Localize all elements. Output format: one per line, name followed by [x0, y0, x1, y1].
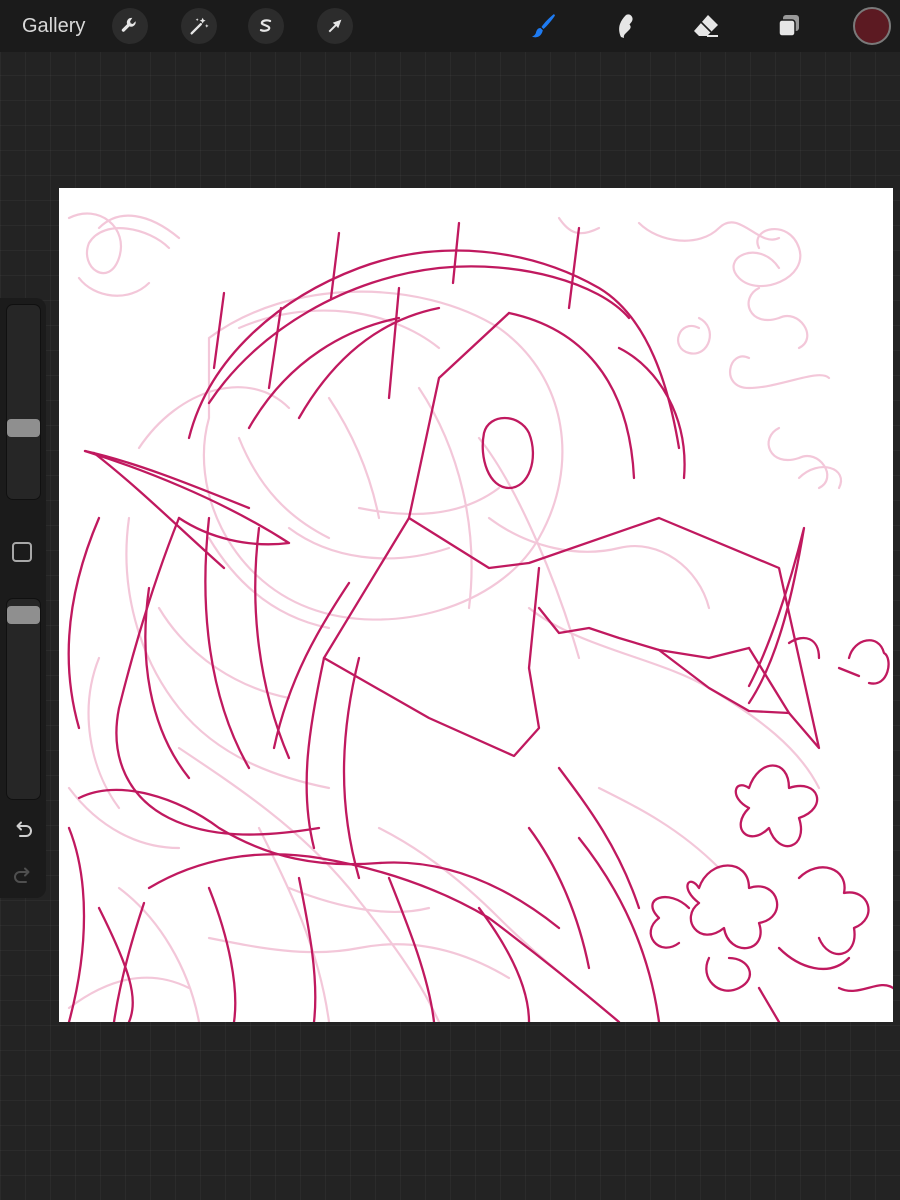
- eraser-button[interactable]: [688, 8, 724, 44]
- undo-icon: [10, 817, 36, 843]
- selection-button[interactable]: [248, 8, 284, 44]
- lineart-sketch-layer: [67, 221, 893, 1022]
- magic-wand-icon: [188, 15, 210, 37]
- redo-button[interactable]: [10, 863, 36, 889]
- sketch-artwork: [67, 212, 893, 1022]
- redo-icon: [10, 863, 36, 889]
- brush-icon: [528, 11, 558, 41]
- wrench-icon: [119, 15, 141, 37]
- adjustments-button[interactable]: [181, 8, 217, 44]
- smudge-icon: [610, 11, 640, 41]
- drawing-canvas[interactable]: [59, 188, 893, 1022]
- layers-icon: [774, 11, 804, 41]
- actions-button[interactable]: [112, 8, 148, 44]
- brush-size-handle[interactable]: [7, 419, 40, 437]
- top-toolbar: Gallery: [0, 0, 900, 52]
- layers-button[interactable]: [771, 8, 807, 44]
- color-swatch[interactable]: [853, 7, 891, 45]
- eraser-icon: [691, 11, 721, 41]
- smudge-button[interactable]: [607, 8, 643, 44]
- transform-arrow-icon: [324, 15, 346, 37]
- gallery-button[interactable]: Gallery: [22, 13, 85, 39]
- brush-size-slider[interactable]: [6, 304, 41, 500]
- undo-button[interactable]: [10, 817, 36, 843]
- transform-button[interactable]: [317, 8, 353, 44]
- brush-button[interactable]: [525, 8, 561, 44]
- brush-opacity-slider[interactable]: [6, 598, 41, 800]
- procreate-app: Gallery: [0, 0, 900, 1200]
- side-toolbar: [0, 298, 46, 898]
- modify-button[interactable]: [12, 542, 32, 562]
- selection-icon: [255, 15, 277, 37]
- brush-opacity-handle[interactable]: [7, 606, 40, 624]
